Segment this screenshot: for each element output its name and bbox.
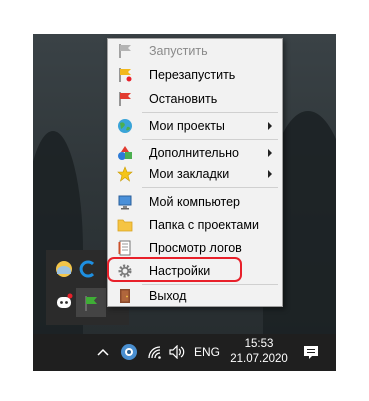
notifications-icon[interactable] <box>303 345 319 360</box>
menu-item-exit[interactable]: Выход <box>109 285 281 307</box>
language-indicator[interactable]: ENG <box>194 345 220 359</box>
menu-separator <box>142 139 278 140</box>
star-icon <box>117 166 133 182</box>
computer-icon <box>118 195 132 210</box>
flag-gray-icon <box>119 44 131 58</box>
menu-item-bookmarks[interactable]: Мои закладки <box>109 163 281 185</box>
folder-icon <box>117 219 133 232</box>
volume-icon[interactable] <box>169 345 185 359</box>
app-c-icon[interactable] <box>79 260 97 278</box>
menu-item-label: Выход <box>149 289 187 303</box>
submenu-arrow-icon <box>268 170 272 178</box>
wifi-icon[interactable] <box>147 345 163 359</box>
menu-item-label: Запустить <box>149 44 208 58</box>
menu-item-label: Папка с проектами <box>149 218 259 232</box>
menu-item-my-projects[interactable]: Мои проекты <box>109 115 281 137</box>
weather-app-icon[interactable] <box>55 260 73 278</box>
flag-red-icon <box>119 92 131 106</box>
menu-item-label: Остановить <box>149 92 218 106</box>
menu-item-additional[interactable]: Дополнительно <box>109 142 281 164</box>
globe-icon <box>118 119 132 133</box>
settings-highlight-annotation <box>107 257 242 282</box>
clock-time: 15:53 <box>244 338 274 350</box>
menu-item-label: Перезапустить <box>149 68 236 82</box>
discord-icon[interactable] <box>55 293 73 311</box>
menu-item-projects-folder[interactable]: Папка с проектами <box>109 214 281 236</box>
submenu-arrow-icon <box>268 122 272 130</box>
menu-item-label: Просмотр логов <box>149 241 242 255</box>
menu-item-start[interactable]: Запустить <box>109 40 281 62</box>
menu-item-label: Мои закладки <box>149 167 230 181</box>
exit-door-icon <box>120 289 130 303</box>
clock-date: 21.07.2020 <box>230 353 288 365</box>
menu-item-my-computer[interactable]: Мой компьютер <box>109 191 281 213</box>
submenu-arrow-icon <box>268 149 272 157</box>
menu-item-label: Дополнительно <box>149 146 239 160</box>
menu-item-stop[interactable]: Остановить <box>109 88 281 110</box>
menu-separator <box>142 187 278 188</box>
openserver-flag-icon[interactable] <box>82 294 100 312</box>
chevron-up-icon[interactable] <box>97 347 109 357</box>
menu-item-label: Мои проекты <box>149 119 225 133</box>
shapes-icon <box>118 146 132 160</box>
flag-yellow-icon <box>119 68 132 82</box>
log-icon <box>118 240 131 256</box>
menu-separator <box>142 112 278 113</box>
menu-item-restart[interactable]: Перезапустить <box>109 64 281 86</box>
taskbar: ENG 15:53 21.07.2020 <box>33 334 336 371</box>
clock[interactable]: 15:53 21.07.2020 <box>229 337 289 367</box>
menu-item-view-logs[interactable]: Просмотр логов <box>109 237 281 259</box>
openserver-tray-icon[interactable] <box>120 343 138 361</box>
menu-item-label: Мой компьютер <box>149 195 240 209</box>
